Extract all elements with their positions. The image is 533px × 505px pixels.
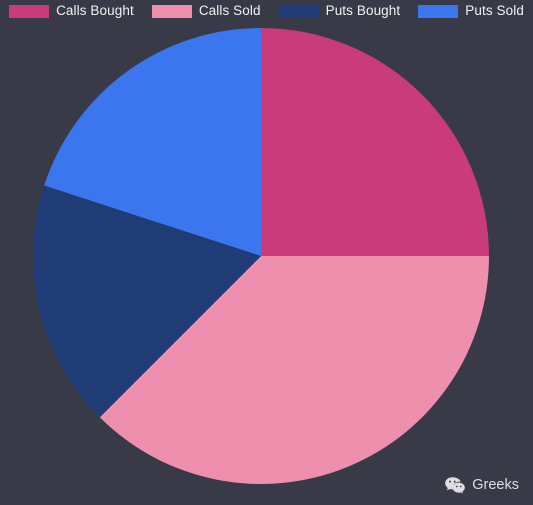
pie-svg	[32, 28, 489, 484]
pie-plot-area	[0, 0, 533, 505]
watermark-label: Greeks	[472, 477, 519, 493]
pie-chart-panel: Calls Bought Calls Sold Puts Bought Puts…	[0, 0, 533, 505]
watermark: Greeks	[445, 476, 519, 494]
wechat-icon	[445, 477, 466, 494]
pie-slice-group	[32, 28, 489, 484]
pie-slice-calls-bought[interactable]	[261, 28, 489, 256]
